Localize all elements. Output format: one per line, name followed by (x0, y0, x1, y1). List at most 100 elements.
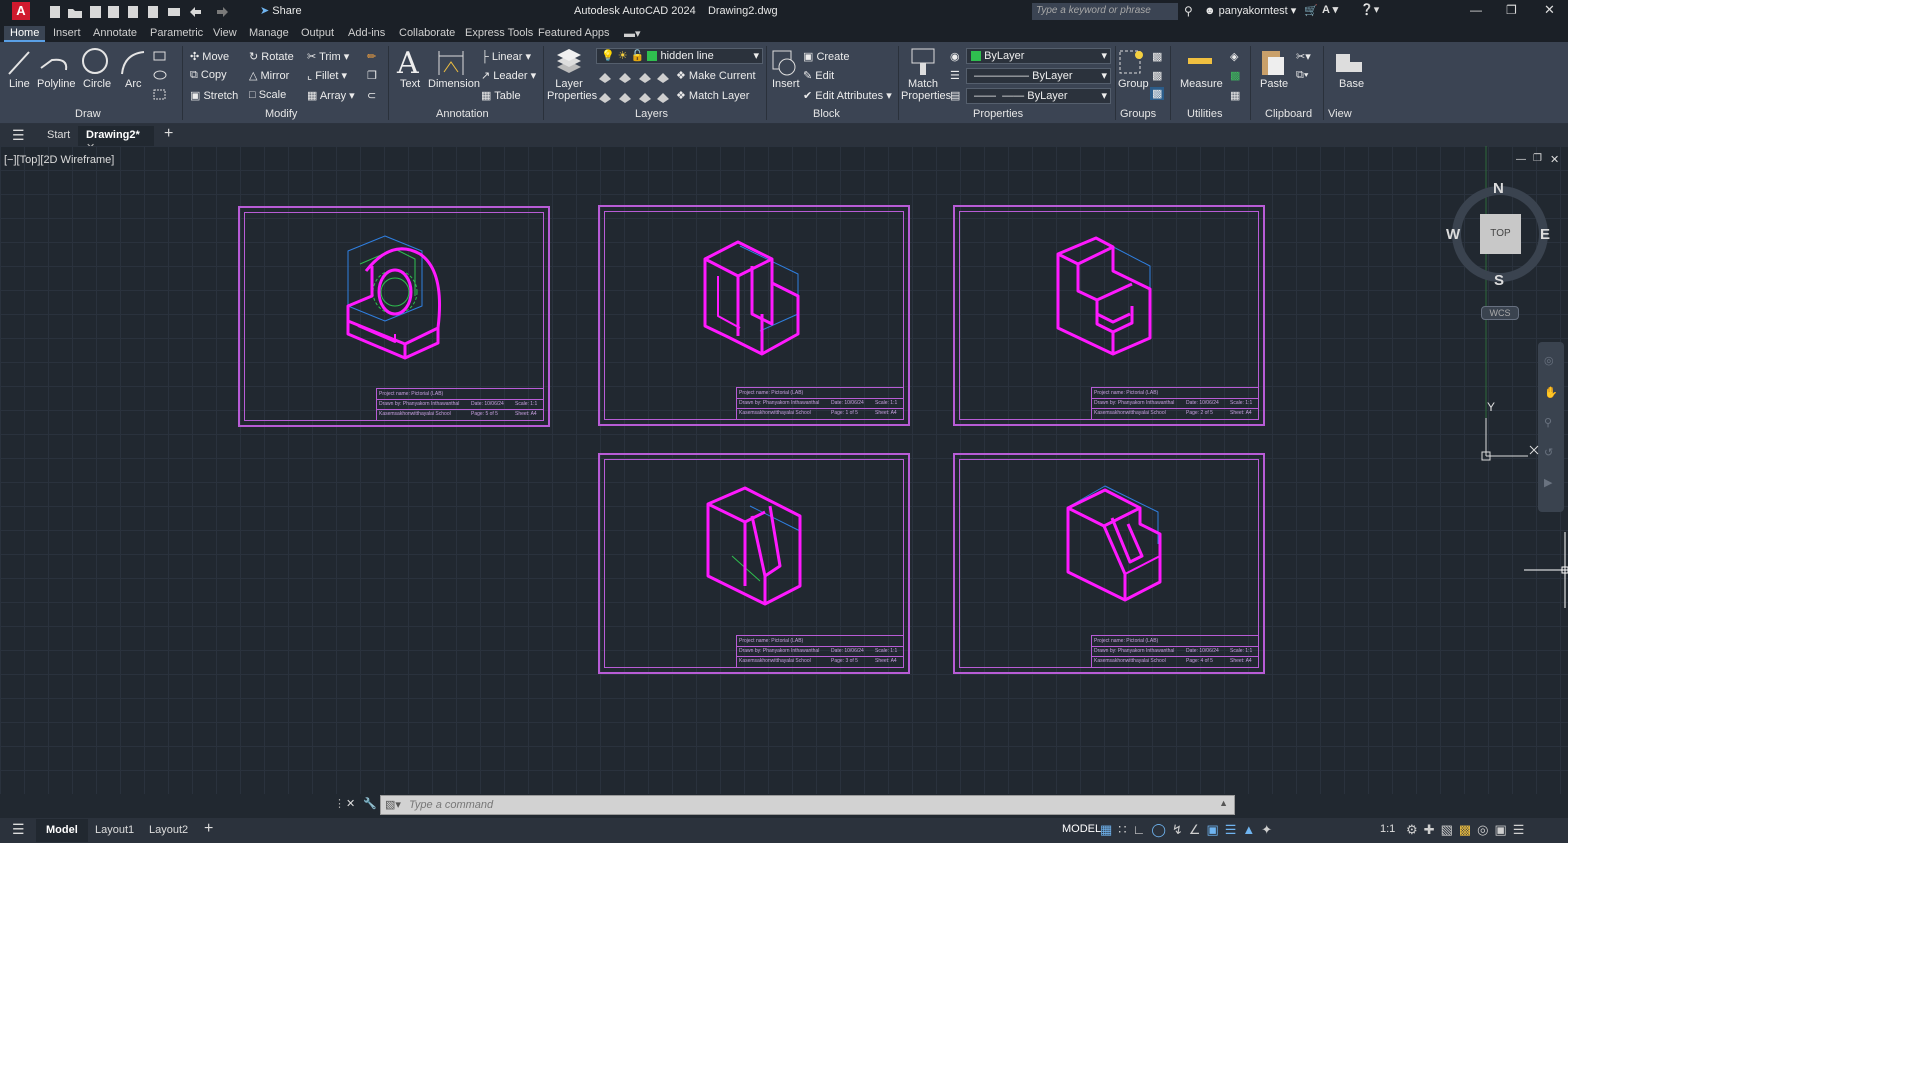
command-line[interactable]: ▧▾ Type a command ▲ (380, 795, 1235, 815)
dimension-label[interactable]: Dimension (428, 78, 480, 90)
grid-icon[interactable]: ▦ (1100, 822, 1118, 837)
group-icon[interactable] (1117, 47, 1147, 77)
line-label[interactable]: Line (9, 78, 30, 90)
table-button[interactable]: ▦ Table (481, 89, 521, 102)
status-toggles[interactable]: ▦∷∟◯↯∠▣☰▲✦ (1100, 822, 1278, 838)
showmotion-icon[interactable]: ▶ (1544, 476, 1552, 489)
clean-screen-icon[interactable]: ▣ (1495, 822, 1513, 837)
arc-icon[interactable] (118, 48, 148, 78)
tab-addins[interactable]: Add-ins (348, 27, 385, 39)
base-view-icon[interactable] (1334, 50, 1364, 76)
scale-button[interactable]: □ Scale (249, 89, 286, 101)
leader-button[interactable]: ↗ Leader ▾ (481, 69, 536, 82)
linetype-dropdown[interactable]: ————— ByLayer ▾ (966, 68, 1111, 84)
block-panel-title[interactable]: Block (813, 108, 840, 120)
tab-layout1[interactable]: Layout1 (95, 824, 134, 836)
annotation-panel-title[interactable]: Annotation (436, 108, 489, 120)
tab-start[interactable]: Start (47, 129, 70, 141)
fillet-button[interactable]: ⌞ Fillet ▾ (307, 69, 347, 82)
tab-drawing[interactable]: Drawing2* ✕ (78, 126, 154, 154)
hardware-accel-icon[interactable]: ▩ (1459, 822, 1477, 837)
lineweight-toggle-icon[interactable]: ☰ (1225, 822, 1243, 837)
view-panel-title[interactable]: View (1328, 108, 1352, 120)
tab-annotate[interactable]: Annotate (93, 27, 137, 39)
search-input[interactable]: Type a keyword or phrase (1032, 3, 1178, 20)
mirror-button[interactable]: △ Mirror (249, 69, 289, 82)
autodesk-a360-icon[interactable]: A ▾ (1322, 3, 1338, 16)
tab-collaborate[interactable]: Collaborate (399, 27, 455, 39)
layer-properties-icon[interactable] (553, 47, 585, 77)
drawing-canvas[interactable]: [−][Top][2D Wireframe] Project name: Pic… (0, 146, 1568, 794)
erase-icon[interactable]: ✏ (367, 50, 376, 63)
groups-panel-title[interactable]: Groups (1120, 108, 1156, 120)
base-label[interactable]: Base (1339, 78, 1364, 90)
cart-icon[interactable]: 🛒 (1304, 4, 1318, 17)
layers-panel-title[interactable]: Layers (635, 108, 668, 120)
insert-block-icon[interactable] (769, 47, 799, 77)
copy-button[interactable]: ⧉ Copy (190, 69, 227, 82)
viewport-maximize-icon[interactable]: ❐ (1533, 153, 1542, 164)
edit-attributes-button[interactable]: ✔ Edit Attributes ▾ (803, 89, 892, 102)
tab-parametric[interactable]: Parametric (150, 27, 203, 39)
close-command-icon[interactable]: ✕ (346, 797, 355, 810)
polar-icon[interactable]: ◯ (1151, 822, 1172, 837)
group-edit-icon[interactable]: ▩ (1152, 69, 1162, 82)
cut-icon[interactable]: ✂▾ (1296, 50, 1311, 63)
paste-label[interactable]: Paste (1260, 78, 1288, 90)
isodraft-icon[interactable]: ∠ (1189, 822, 1207, 837)
tab-view[interactable]: View (213, 27, 237, 39)
tab-layout2[interactable]: Layout2 (149, 824, 188, 836)
close-button[interactable]: ✕ (1544, 2, 1555, 18)
share-button[interactable]: ➤ Share (260, 4, 302, 17)
wcs-menu[interactable]: WCS (1481, 306, 1519, 320)
tab-featured-apps[interactable]: Featured Apps (538, 27, 610, 39)
search-icon[interactable]: ⚲ (1184, 4, 1193, 18)
infer-icon[interactable]: ∟ (1133, 822, 1152, 837)
draw-panel-title[interactable]: Draw (75, 108, 101, 120)
user-menu[interactable]: ☻ panyakorntest ▾ (1204, 4, 1296, 17)
command-input[interactable]: Type a command (409, 799, 493, 811)
insert-label[interactable]: Insert (772, 78, 800, 90)
tab-express-tools[interactable]: Express Tools (465, 27, 533, 39)
text-label[interactable]: Text (400, 78, 420, 90)
new-tab-icon[interactable]: + (164, 125, 173, 143)
copy-clip-icon[interactable]: ⧉▾ (1296, 69, 1308, 82)
properties-panel-title[interactable]: Properties (973, 108, 1023, 120)
polyline-label[interactable]: Polyline (37, 78, 76, 90)
tab-manage[interactable]: Manage (249, 27, 289, 39)
measure-icon[interactable] (1186, 52, 1216, 72)
model-space-button[interactable]: MODEL (1062, 823, 1101, 835)
rotate-button[interactable]: ↻ Rotate (249, 50, 294, 63)
polyline-icon[interactable] (38, 48, 70, 78)
calculator-icon[interactable]: ▦ (1230, 89, 1240, 102)
arc-label[interactable]: Arc (125, 78, 142, 90)
line-icon[interactable] (6, 48, 32, 78)
circle-icon[interactable] (80, 46, 110, 76)
quick-select-icon[interactable]: ▩ (1230, 69, 1240, 82)
linear-button[interactable]: ├ Linear ▾ (481, 50, 531, 63)
layer-properties-label[interactable]: Layer Properties (547, 78, 597, 102)
offset-icon[interactable]: ⊂ (367, 89, 376, 102)
tab-model[interactable]: Model (36, 819, 88, 842)
text-icon[interactable]: A (397, 46, 419, 81)
compass-s[interactable]: S (1494, 272, 1504, 289)
make-current-button[interactable]: ❖ Make Current (676, 69, 756, 82)
dimension-icon[interactable] (436, 48, 466, 78)
annotation-scale[interactable]: 1:1 (1380, 823, 1395, 835)
pan-icon[interactable]: ✋ (1544, 386, 1558, 399)
compass-w[interactable]: W (1446, 226, 1460, 243)
help-icon[interactable]: ❔▾ (1360, 3, 1379, 16)
create-block-button[interactable]: ▣ Create (803, 50, 849, 63)
annotation-visibility-icon[interactable]: ▲ (1242, 822, 1261, 837)
customize-icon[interactable]: 🔧 (363, 797, 377, 810)
stretch-button[interactable]: ▣ Stretch (190, 89, 238, 102)
compass-e[interactable]: E (1540, 226, 1550, 243)
snap-icon[interactable]: ∷ (1118, 822, 1132, 837)
isolate-icon[interactable]: ◎ (1477, 822, 1494, 837)
color-dropdown[interactable]: ByLayer ▾ (966, 48, 1111, 64)
layer-tools-icons[interactable] (597, 69, 671, 105)
explode-icon[interactable]: ❐ (367, 69, 377, 82)
measure-label[interactable]: Measure (1180, 78, 1223, 90)
paste-icon[interactable] (1258, 47, 1288, 77)
point-style-icon[interactable]: ◈ (1230, 50, 1238, 63)
